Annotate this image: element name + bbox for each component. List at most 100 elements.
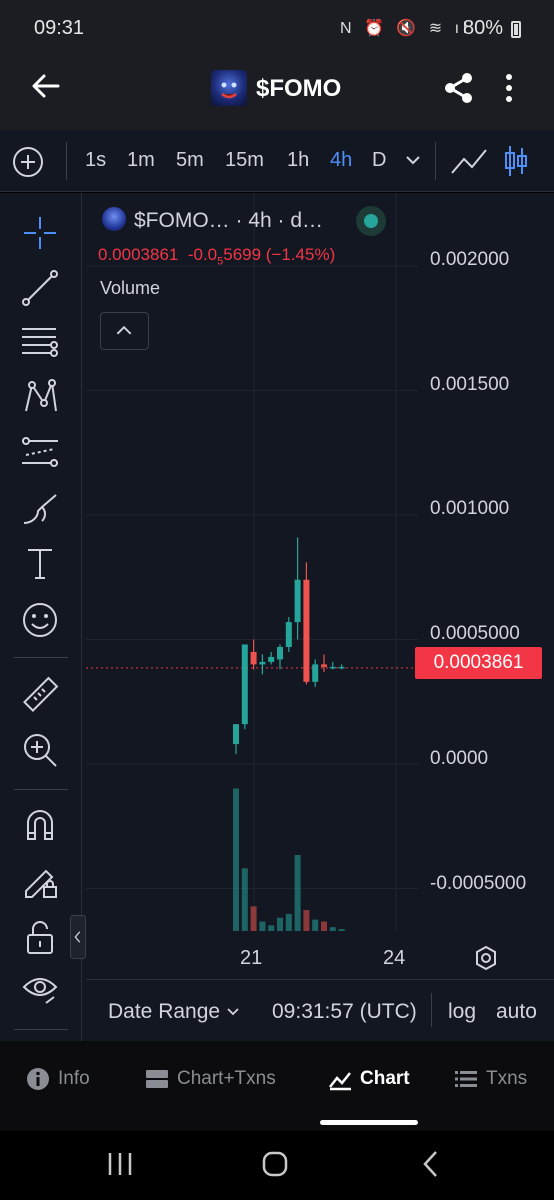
timeframe-15m[interactable]: 15m [225,149,264,172]
toolbar-divider [14,657,68,658]
info-icon [27,1068,49,1090]
candle-body [294,579,301,623]
zoom-in-icon[interactable] [20,730,60,770]
candle-body [250,651,257,665]
recent-apps-icon[interactable] [100,1149,140,1179]
volume-bar [294,855,301,931]
candle-body [259,661,266,665]
back-icon[interactable] [412,1149,452,1179]
candle-body [321,664,327,667]
candle-body [312,664,319,682]
bottom-tab-bar: Info Chart+Txns Chart Txns [0,1041,554,1131]
price-tick: 0.002000 [430,249,510,270]
text-icon[interactable] [20,544,60,584]
chart-canvas[interactable] [86,193,554,979]
candle-body [329,666,336,669]
date-range-dropdown[interactable]: Date Range [108,1000,240,1024]
home-icon[interactable] [255,1149,295,1179]
volume-bar [338,929,345,931]
collapse-legend-button[interactable] [100,312,149,350]
drawing-toolbar [0,193,82,1041]
price-tick: 0.0000 [430,748,489,769]
battery-icon [511,21,521,38]
add-indicator-icon[interactable] [12,146,44,178]
ruler-icon[interactable] [20,675,60,715]
toolbar-divider [435,142,436,180]
chevron-down-icon[interactable] [404,151,422,169]
system-navigation-bar [0,1131,554,1200]
legend-values: 0.0003861 -0.055699 (−1.45%) [98,245,335,267]
tab-txns[interactable]: Txns [454,1067,527,1091]
price-tick: 0.001500 [430,374,510,395]
volume-bar [285,913,292,931]
log-scale-toggle[interactable]: log [448,1000,476,1024]
last-price-label: 0.0003861 [415,647,542,679]
chevron-down-icon [227,1008,239,1016]
app-header: $FOMO [0,46,554,130]
legend-title: $FOMO… · 4h · d… [134,209,324,232]
token-logo-small-icon [102,207,126,231]
chart-txns-icon [146,1070,168,1088]
active-tab-indicator [320,1120,418,1125]
timeframe-d[interactable]: D [372,149,386,172]
toolbar-divider [66,142,67,180]
price-tick: 0.001000 [430,498,510,519]
status-bar: 09:31 N ⏰ 🔇 ≋ ıl 80% [0,0,554,46]
volume-bar [303,910,310,931]
list-icon [455,1071,477,1087]
time-tick: 21 [240,947,263,969]
chart-container: $FOMO… · 4h · d… 0.0003861 -0.055699 (−1… [0,193,554,1041]
candle-body [285,622,292,647]
brush-icon[interactable] [20,489,60,529]
volume-bar [277,917,283,931]
magnet-icon[interactable] [20,805,60,845]
fib-retracement-icon[interactable] [20,321,60,361]
tab-chart-txns[interactable]: Chart+Txns [145,1067,276,1091]
battery-percent: 80% [463,17,504,39]
price-chart[interactable]: $FOMO… · 4h · d… 0.0003861 -0.055699 (−1… [86,193,554,1041]
volume-bar [250,906,257,931]
toolbar-divider [14,1029,68,1030]
divider [431,993,432,1027]
eye-icon[interactable] [20,969,60,1009]
status-icons: N ⏰ 🔇 ≋ ıl [340,20,471,37]
volume-bar [329,927,336,931]
emoji-icon[interactable] [20,600,60,640]
timeframe-1s[interactable]: 1s [85,149,106,172]
trend-line-icon[interactable] [20,268,60,308]
timeframe-1m[interactable]: 1m [127,149,155,172]
volume-bar [233,788,239,931]
candlestick-icon[interactable] [503,144,529,178]
volume-bar [321,921,327,931]
share-icon[interactable] [442,71,476,105]
collapse-toolbar-button[interactable] [70,915,86,959]
token-logo-icon [211,70,247,106]
volume-bar [241,868,248,931]
candle-body [241,644,248,725]
tab-chart[interactable]: Chart [328,1067,410,1091]
utc-clock[interactable]: 09:31:57 (UTC) [272,1000,417,1024]
volume-bar [268,925,275,931]
volume-bar [259,921,266,931]
more-vertical-icon[interactable] [497,71,521,105]
candle-body [268,656,275,662]
prediction-icon[interactable] [20,433,60,473]
pattern-icon[interactable] [20,377,60,417]
timeframe-5m[interactable]: 5m [176,149,204,172]
divider [86,979,554,980]
time-tick: 24 [383,947,406,969]
volume-label: Volume [100,278,161,298]
timeframe-4h[interactable]: 4h [330,149,352,172]
line-chart-icon[interactable] [450,146,488,176]
status-time: 09:31 [34,17,85,39]
timeframe-1h[interactable]: 1h [287,149,309,172]
unlock-icon[interactable] [20,917,60,957]
back-arrow-icon[interactable] [28,68,64,104]
volume-bar [312,919,319,931]
tab-info[interactable]: Info [26,1067,90,1091]
candle-body [277,646,283,660]
chart-settings-icon[interactable] [473,945,499,971]
auto-scale-toggle[interactable]: auto [496,1000,537,1024]
lock-drawing-icon[interactable] [20,861,60,901]
crosshair-icon[interactable] [20,213,60,253]
